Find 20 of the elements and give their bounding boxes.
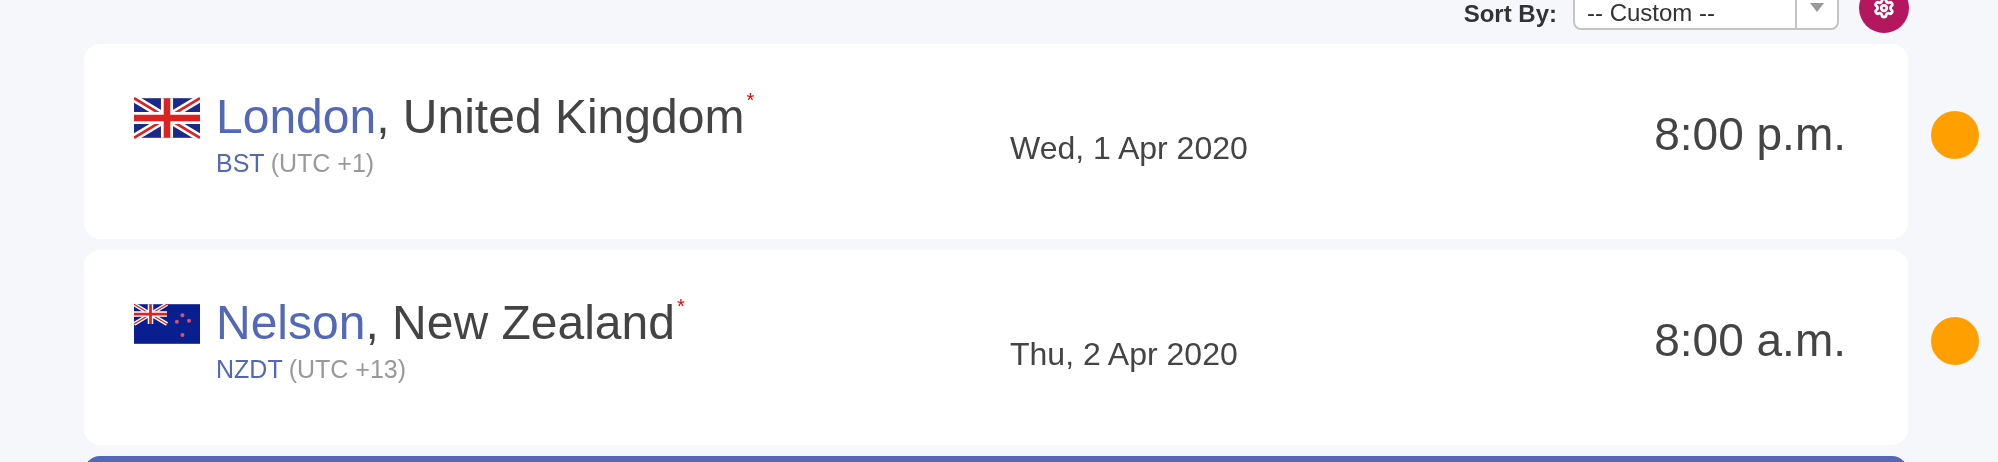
flag-icon bbox=[134, 302, 200, 345]
sort-label: Sort By: bbox=[1463, 1, 1557, 27]
city-link[interactable]: London bbox=[216, 88, 377, 145]
date-text: Wed, 1 Apr 2020 bbox=[1010, 128, 1248, 168]
country-name: , New Zealand bbox=[365, 294, 675, 351]
time-text: 8:00 a.m. bbox=[1653, 313, 1846, 368]
utc-offset: (UTC +1) bbox=[270, 147, 375, 179]
sort-select[interactable]: -- Custom -- bbox=[1573, 0, 1839, 30]
date-text: Thu, 2 Apr 2020 bbox=[1010, 334, 1238, 374]
city-link[interactable]: Nelson bbox=[216, 294, 366, 351]
settings-icon bbox=[1873, 0, 1895, 19]
utc-offset: (UTC +13) bbox=[288, 353, 407, 385]
time-text: 8:00 p.m. bbox=[1653, 107, 1846, 162]
caret-icon bbox=[1810, 3, 1824, 13]
flag-icon bbox=[134, 96, 200, 139]
required-mark: * bbox=[676, 294, 685, 317]
timezone-link[interactable]: BST bbox=[216, 144, 265, 183]
country-name: , United Kingdom bbox=[376, 88, 745, 145]
timezone-link[interactable]: NZDT bbox=[216, 350, 283, 389]
required-mark: * bbox=[746, 88, 755, 111]
